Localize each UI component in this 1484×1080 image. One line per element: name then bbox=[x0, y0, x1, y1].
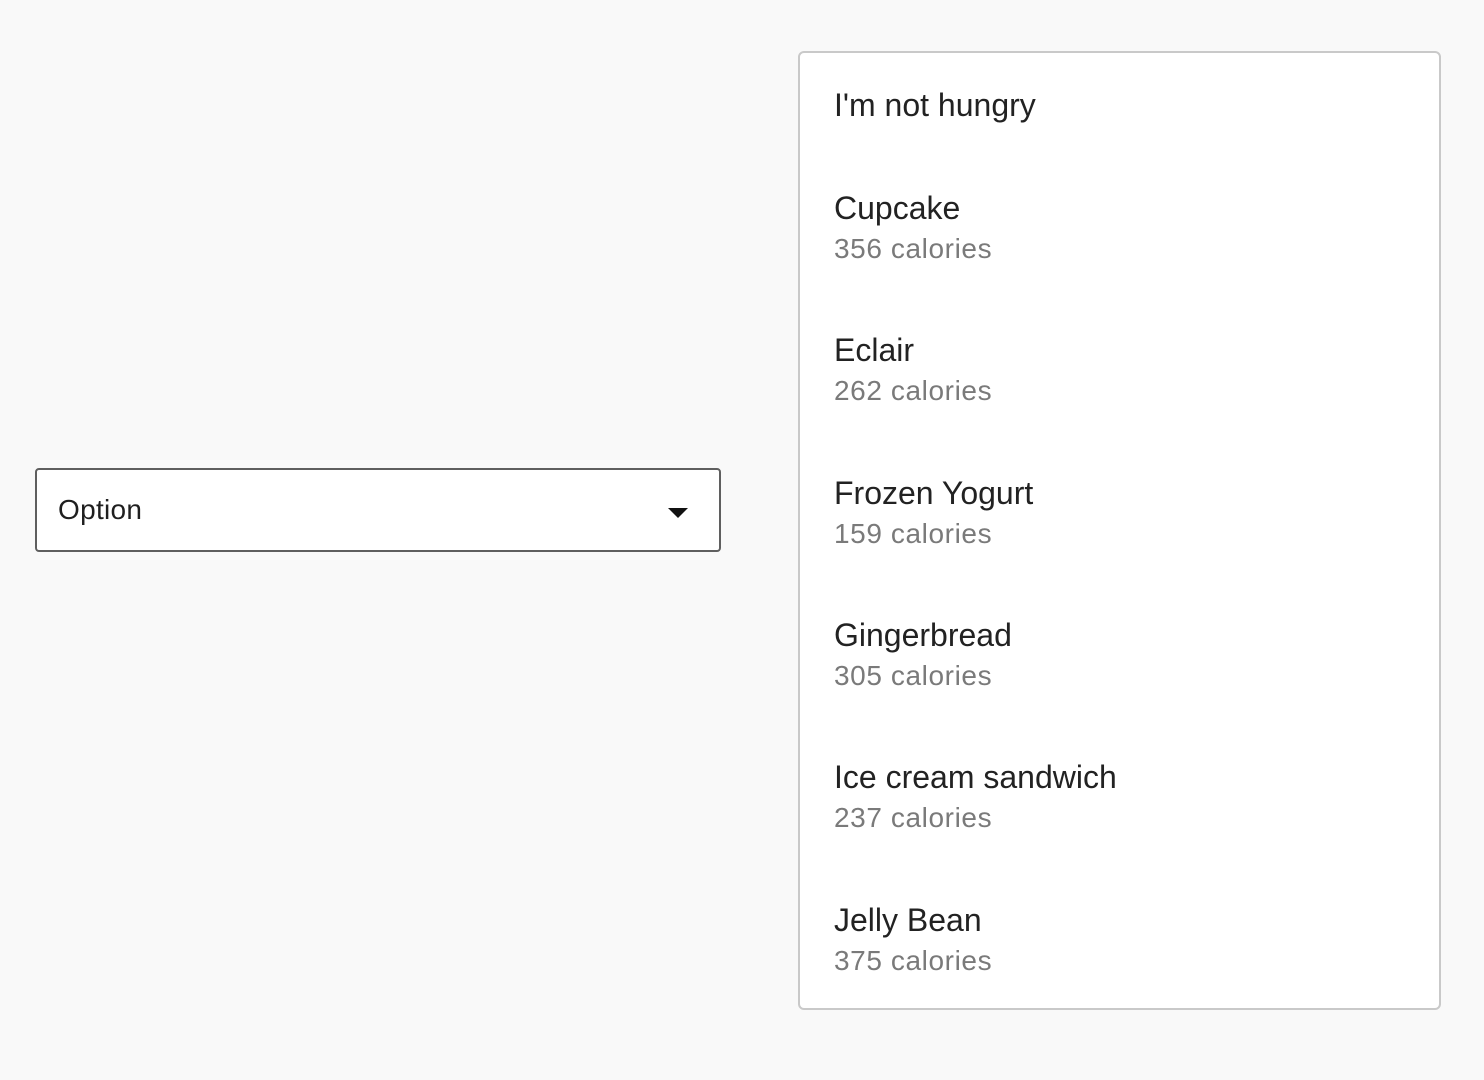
menu-item-ice-cream-sandwich[interactable]: Ice cream sandwich 237 calories bbox=[800, 759, 1439, 834]
menu-item-frozen-yogurt[interactable]: Frozen Yogurt 159 calories bbox=[800, 475, 1439, 550]
menu-item-label: Ice cream sandwich bbox=[834, 759, 1117, 795]
menu-item-label: I'm not hungry bbox=[834, 87, 1036, 123]
menu-item-sublabel: 305 calories bbox=[834, 660, 993, 691]
menu-item-sublabel: 262 calories bbox=[834, 375, 993, 406]
menu-item-jelly-bean[interactable]: Jelly Bean 375 calories bbox=[800, 902, 1439, 977]
menu-item-label: Cupcake bbox=[834, 190, 961, 226]
menu-item-label: Gingerbread bbox=[834, 617, 1012, 653]
menu-item-label: Frozen Yogurt bbox=[834, 475, 1034, 511]
menu-item-cupcake[interactable]: Cupcake 356 calories bbox=[800, 190, 1439, 265]
menu-item-label: Jelly Bean bbox=[834, 902, 982, 938]
menu-item-sublabel: 237 calories bbox=[834, 802, 993, 833]
menu-item-sublabel: 356 calories bbox=[834, 233, 993, 264]
menu-item-eclair[interactable]: Eclair 262 calories bbox=[800, 332, 1439, 407]
menu-item-gingerbread[interactable]: Gingerbread 305 calories bbox=[800, 617, 1439, 692]
arrow-drop-down-icon bbox=[668, 508, 688, 518]
select-value: Option bbox=[58, 494, 143, 525]
menu-item-label: Eclair bbox=[834, 332, 915, 368]
option-select[interactable]: Option bbox=[35, 468, 721, 552]
menu-item-sublabel: 159 calories bbox=[834, 518, 993, 549]
menu-item-not-hungry[interactable]: I'm not hungry bbox=[800, 87, 1439, 123]
menu-item-sublabel: 375 calories bbox=[834, 945, 993, 976]
dropdown-menu: I'm not hungry Cupcake 356 calories Ecla… bbox=[798, 51, 1441, 1010]
